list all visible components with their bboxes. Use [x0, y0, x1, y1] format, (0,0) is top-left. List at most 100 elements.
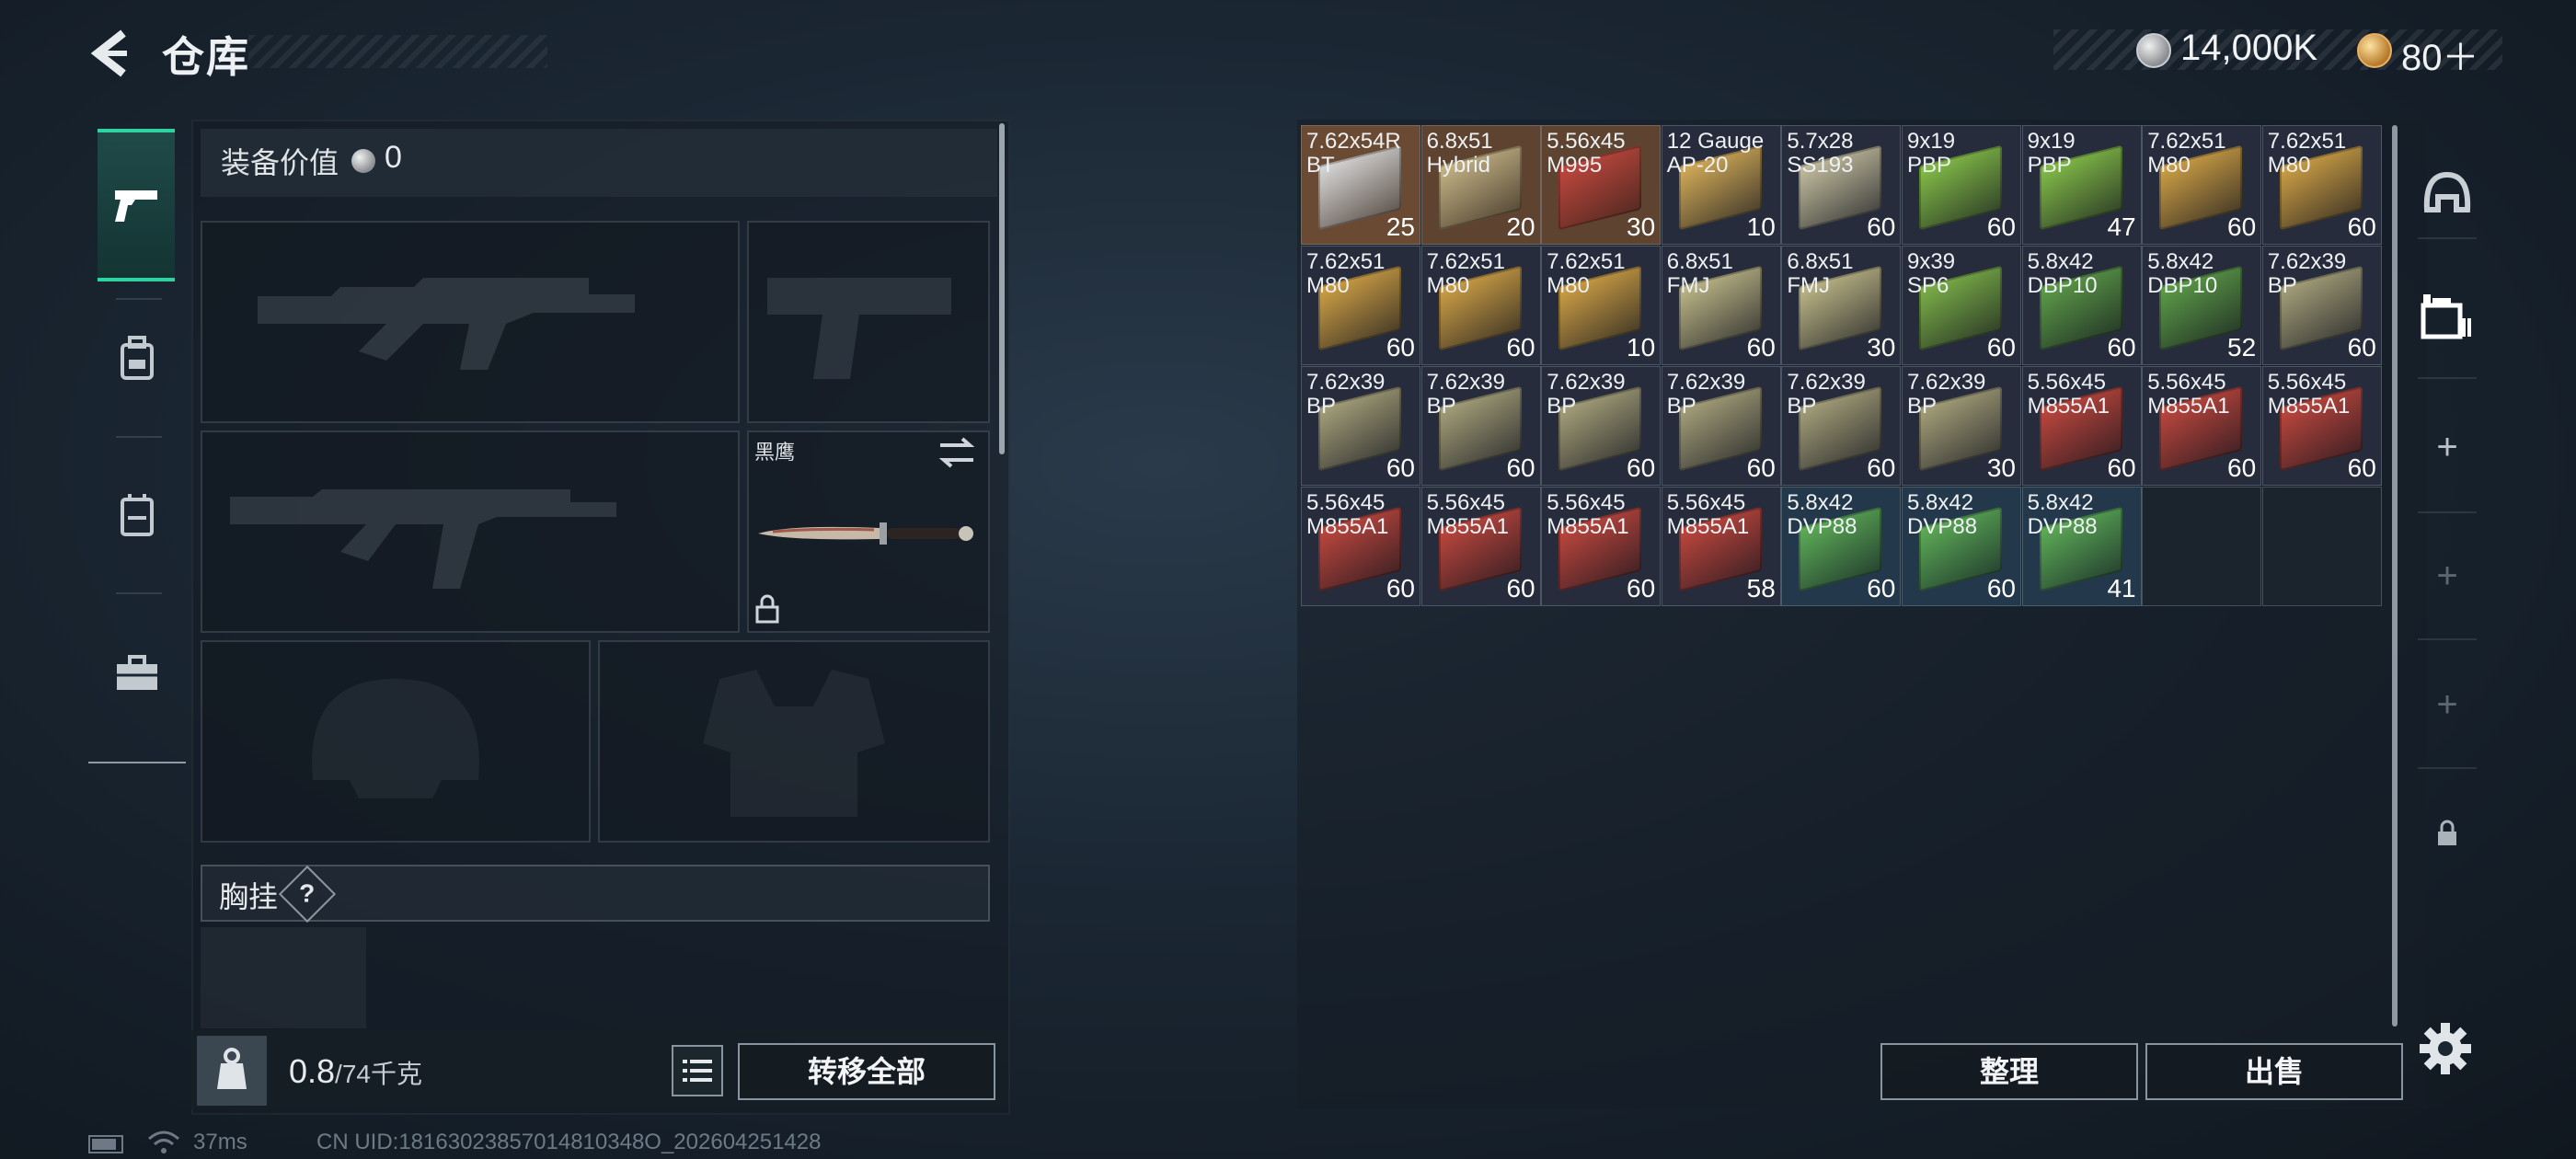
nav-backpack[interactable] [88, 285, 186, 432]
nav-armor[interactable] [88, 442, 186, 589]
primary-weapon-slot[interactable] [201, 221, 740, 423]
ammo-name: 7.62x51 M80 [2267, 129, 2347, 178]
ammo-item[interactable]: 5.8x42 DBP10 52 [2142, 246, 2262, 365]
ammo-name: 5.8x42 DVP88 [2027, 490, 2098, 539]
back-arrow-icon[interactable] [85, 26, 140, 81]
nav-divider [88, 762, 186, 763]
expand-slot-2[interactable]: + [2407, 530, 2488, 622]
ammo-name: 5.56x45 M855A1 [2267, 370, 2351, 419]
rifle-silhouette-icon [258, 278, 635, 370]
ammo-name: 6.8x51 FMJ [1787, 249, 1854, 298]
toolbox-icon [117, 655, 157, 690]
sort-button[interactable]: 整理 [1880, 1043, 2138, 1100]
ammo-quantity: 60 [1867, 574, 1896, 602]
ammo-item[interactable]: 7.62x39 BP 60 [1541, 366, 1662, 486]
ammo-item[interactable]: 7.62x51 M80 60 [2261, 125, 2382, 245]
ammo-quantity: 60 [1506, 333, 1535, 361]
nav-storage[interactable] [2407, 270, 2488, 362]
ammo-item[interactable]: 5.56x45 M855A1 60 [1541, 487, 1662, 606]
ammo-item[interactable]: 6.8x51 FMJ 60 [1661, 246, 1781, 365]
chest-rig-slot[interactable] [201, 927, 366, 1028]
ammo-item[interactable]: 7.62x54R BT 25 [1301, 125, 1420, 245]
transfer-all-button[interactable]: 转移全部 [738, 1043, 995, 1100]
ammo-item[interactable]: 7.62x39 BP 30 [1902, 366, 2021, 486]
knife-icon [758, 522, 973, 545]
ammo-quantity: 60 [1386, 453, 1415, 482]
ammo-name: 5.7x28 SS193 [1787, 129, 1854, 178]
ammo-item[interactable]: 6.8x51 FMJ 30 [1781, 246, 1902, 365]
rifle-silhouette-icon [230, 489, 616, 589]
ammo-item[interactable]: 5.56x45 M855A1 60 [1420, 487, 1541, 606]
battery-level [92, 1139, 116, 1150]
secondary-weapon-slot[interactable] [201, 430, 740, 633]
ammo-quantity: 25 [1386, 212, 1415, 241]
ammo-item[interactable]: 5.56x45 M995 30 [1541, 125, 1662, 245]
gold-balance[interactable]: 80＋ [2401, 28, 2479, 81]
ammo-item[interactable]: 5.56x45 M855A1 58 [1661, 487, 1781, 606]
ammo-name: 5.56x45 M855A1 [2147, 370, 2230, 419]
ammo-item[interactable]: 9x19 PBP 60 [1902, 125, 2021, 245]
ammo-item[interactable]: 7.62x39 BP 60 [1781, 366, 1902, 486]
melee-slot[interactable]: 黑鹰 [747, 430, 990, 633]
gear-icon[interactable] [2418, 1021, 2473, 1076]
ammo-quantity: 20 [1506, 212, 1535, 241]
ammo-quantity: 60 [1867, 212, 1896, 241]
ammo-item[interactable]: 7.62x51 M80 60 [1301, 246, 1420, 365]
lock-icon [755, 594, 779, 624]
ammo-item[interactable]: 9x19 PBP 47 [2021, 125, 2142, 245]
ammo-item[interactable]: 7.62x51 M80 60 [2142, 125, 2262, 245]
ammo-name: 5.56x45 M855A1 [1547, 490, 1629, 539]
ammo-item[interactable]: 7.62x39 BP 60 [1420, 366, 1541, 486]
ammo-item[interactable]: 7.62x51 M80 60 [1420, 246, 1541, 365]
equipment-scrollbar[interactable] [999, 123, 1005, 454]
swap-icon[interactable] [937, 436, 977, 469]
ammo-item[interactable]: 12 Gauge AP-20 10 [1661, 125, 1781, 245]
ammo-name: 5.8x42 DBP10 [2027, 249, 2098, 298]
ammo-item[interactable]: 5.7x28 SS193 60 [1781, 125, 1902, 245]
ammo-name: 5.8x42 DVP88 [1787, 490, 1857, 539]
empty-slot[interactable] [2261, 487, 2382, 606]
ammo-item[interactable]: 9x39 SP6 60 [1902, 246, 2021, 365]
helmet-slot[interactable] [201, 640, 591, 843]
ammo-item[interactable]: 5.56x45 M855A1 60 [2261, 366, 2382, 486]
lock-icon [2438, 820, 2456, 845]
ammo-quantity: 60 [1986, 212, 2016, 241]
empty-slot[interactable] [2142, 487, 2262, 606]
ammo-item[interactable]: 7.62x39 BP 60 [1301, 366, 1420, 486]
nav-toolbox[interactable] [88, 600, 186, 747]
ammo-quantity: 60 [2347, 333, 2376, 361]
ammo-item[interactable]: 5.8x42 DVP88 60 [1902, 487, 2021, 606]
gold-coin-icon [2357, 33, 2392, 68]
ammo-item[interactable]: 5.56x45 M855A1 60 [2021, 366, 2142, 486]
ammo-item[interactable]: 5.8x42 DBP10 60 [2021, 246, 2142, 365]
nav-weapons[interactable] [98, 129, 175, 281]
armor-slot[interactable] [598, 640, 990, 843]
ammo-quantity: 60 [2107, 453, 2136, 482]
ammo-quantity: 60 [1627, 453, 1656, 482]
pistol-slot[interactable] [747, 221, 990, 423]
ammo-name: 9x39 SP6 [1907, 249, 1956, 298]
expand-slot-3[interactable]: + [2407, 659, 2488, 751]
ammo-item[interactable]: 7.62x39 BP 60 [1661, 366, 1781, 486]
expand-slot-1[interactable]: + [2407, 401, 2488, 493]
ammo-item[interactable]: 5.8x42 DVP88 60 [1781, 487, 1902, 606]
ammo-quantity: 60 [1986, 333, 2016, 361]
equipment-value: 0 [385, 140, 402, 175]
ammo-name: 7.62x39 BP [2267, 249, 2347, 298]
equipment-value-label: 装备价值 [221, 146, 339, 179]
ammo-quantity: 60 [1386, 333, 1415, 361]
sell-button[interactable]: 出售 [2145, 1043, 2403, 1100]
locked-slot[interactable] [2407, 787, 2488, 879]
nav-helmet[interactable] [2407, 147, 2488, 239]
ammo-item[interactable]: 5.8x42 DVP88 41 [2021, 487, 2142, 606]
warehouse-scrollbar[interactable] [2392, 125, 2398, 1027]
ammo-item[interactable]: 5.56x45 M855A1 60 [2142, 366, 2262, 486]
ammo-quantity: 47 [2107, 212, 2136, 241]
ammo-item[interactable]: 6.8x51 Hybrid 20 [1420, 125, 1541, 245]
ammo-name: 7.62x51 M80 [1306, 249, 1386, 298]
list-view-button[interactable] [672, 1045, 723, 1096]
helmet-silhouette-icon [312, 679, 479, 798]
ammo-item[interactable]: 7.62x39 BP 60 [2261, 246, 2382, 365]
ammo-item[interactable]: 7.62x51 M80 10 [1541, 246, 1662, 365]
ammo-item[interactable]: 5.56x45 M855A1 60 [1301, 487, 1420, 606]
